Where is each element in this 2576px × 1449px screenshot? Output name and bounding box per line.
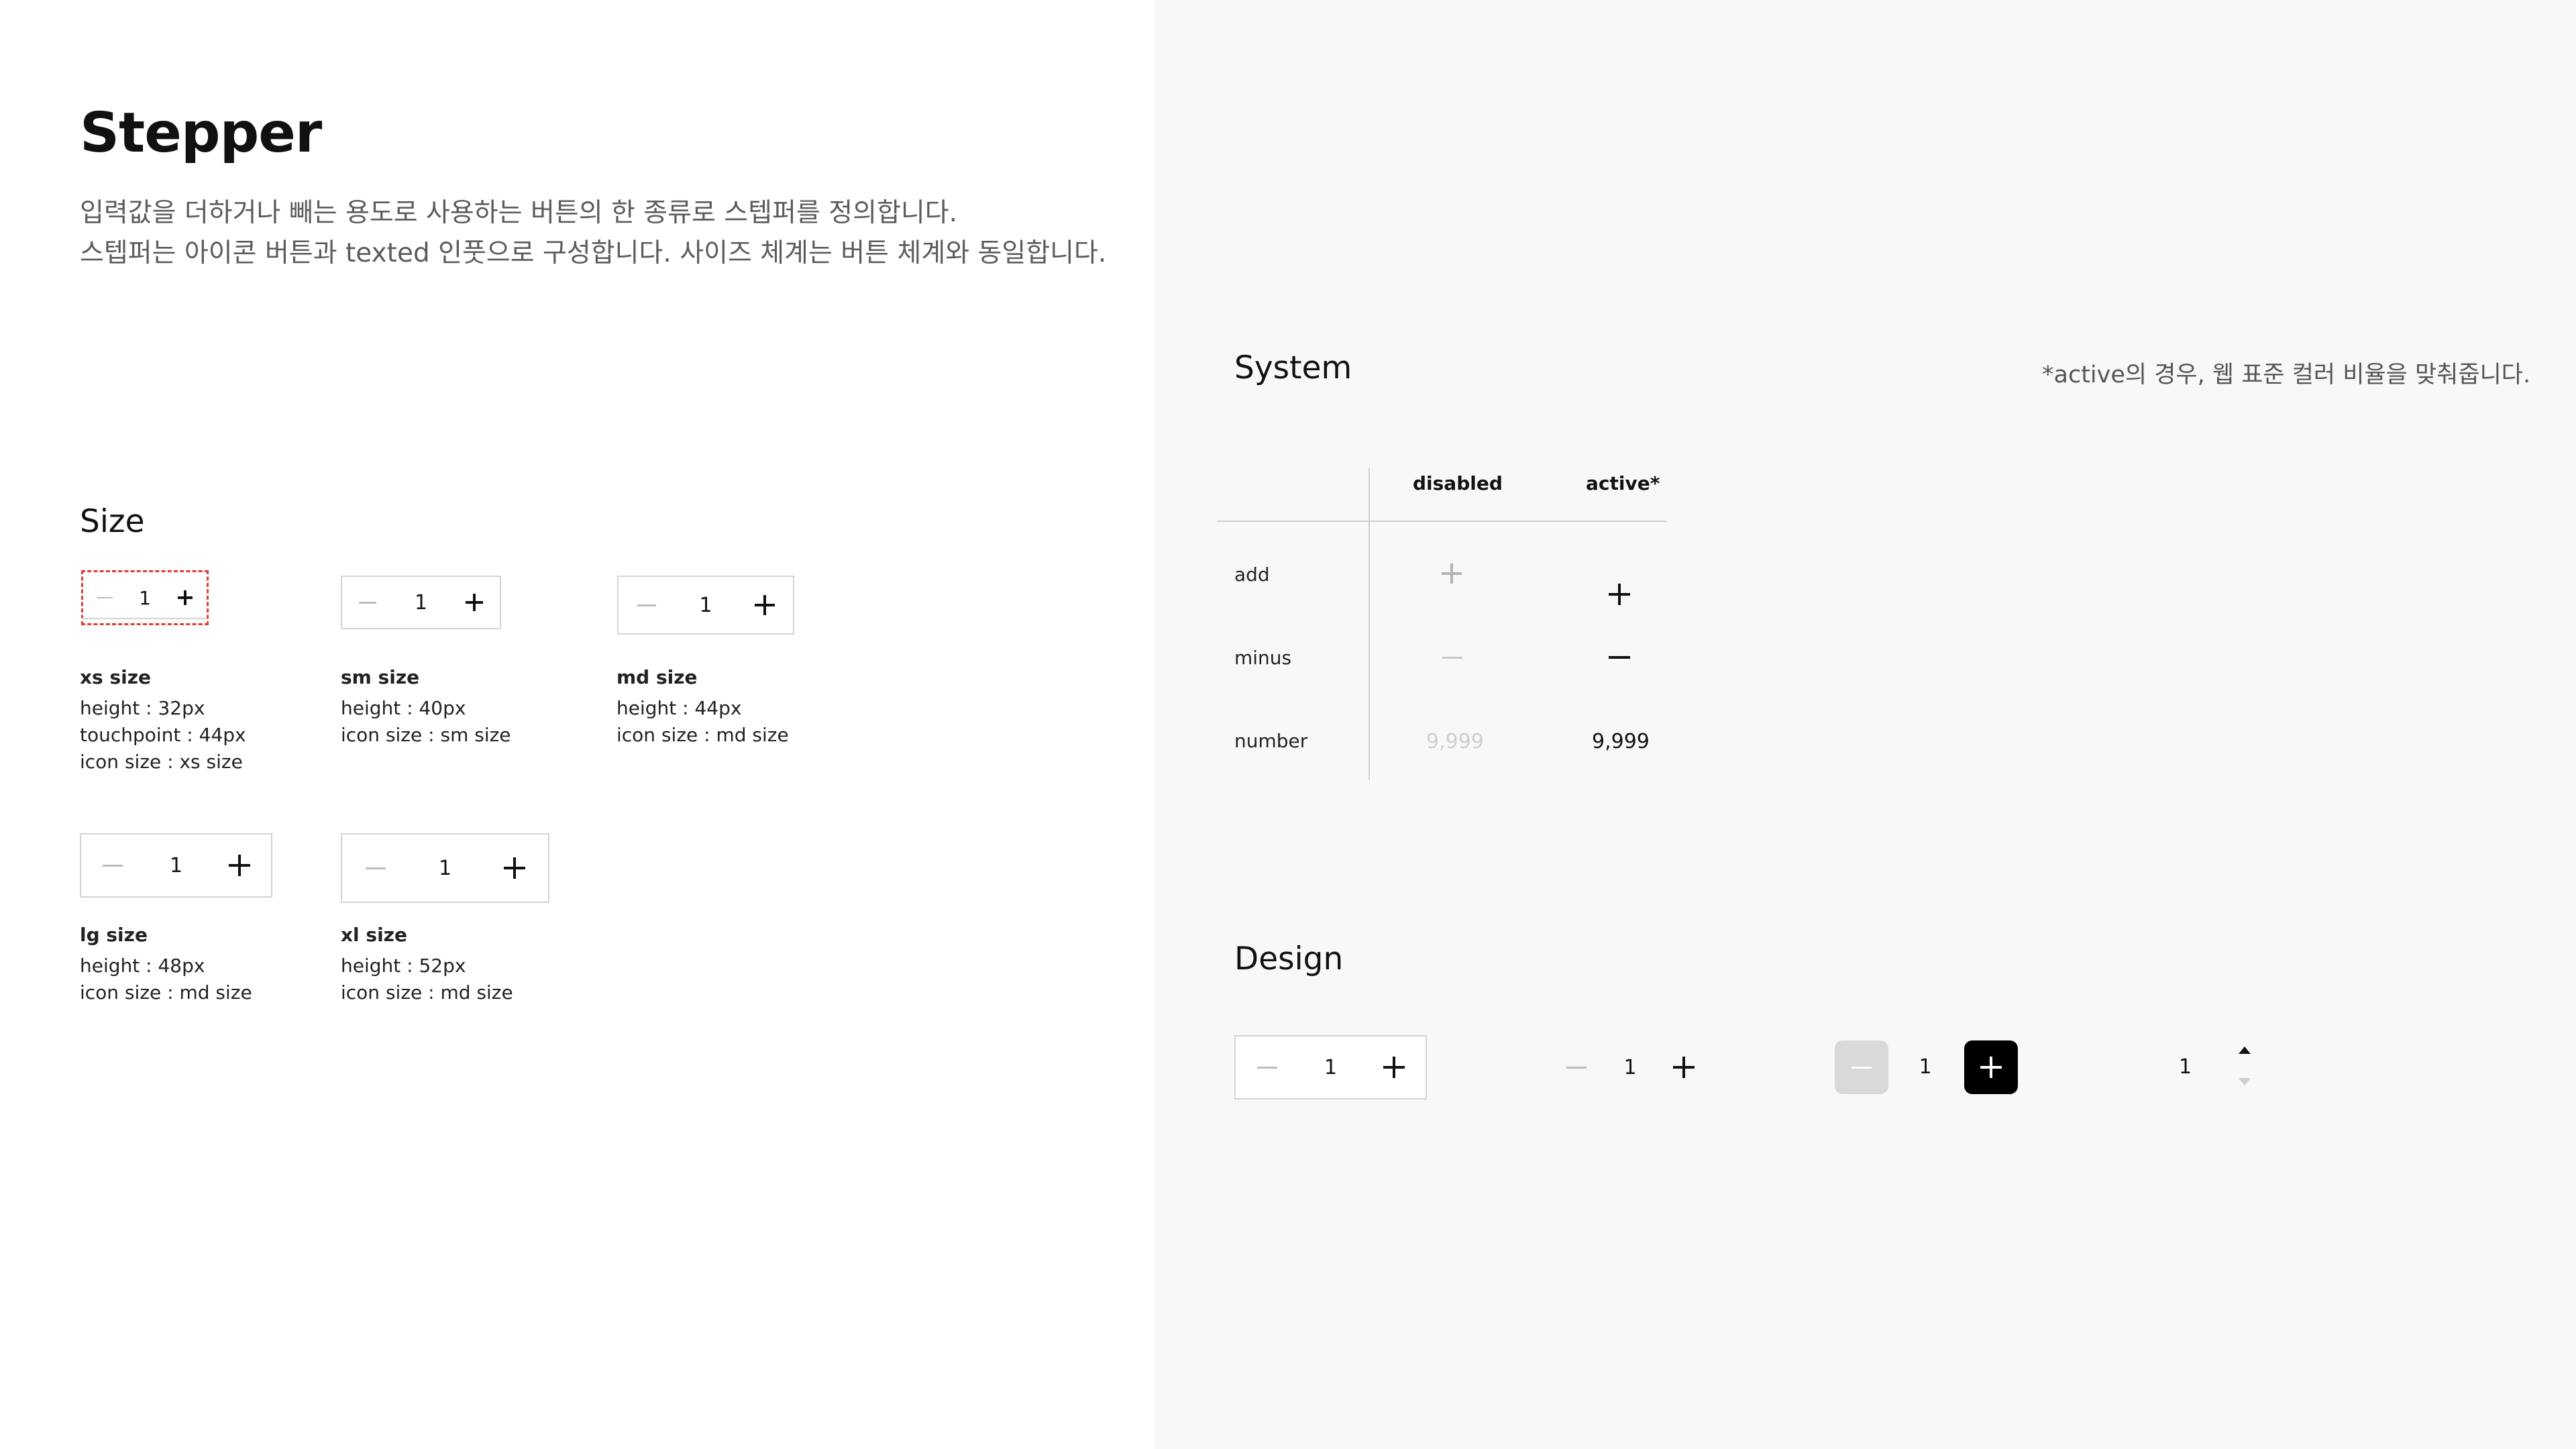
minus-icon (359, 601, 376, 604)
spec-lg: lg size height : 48px icon size : md siz… (80, 922, 252, 1006)
spec-line: touchpoint : 44px (80, 724, 246, 746)
stepper-xl: 1 (341, 833, 549, 903)
plus-button[interactable] (750, 577, 780, 633)
spec-line: height : 52px (341, 955, 466, 977)
plus-icon (1383, 1057, 1405, 1078)
spec-line: height : 48px (80, 955, 205, 977)
spec-xl: xl size height : 52px icon size : md siz… (341, 922, 513, 1006)
minus-icon (1442, 657, 1462, 659)
stepper-md: 1 (617, 576, 794, 635)
row-label-minus: minus (1234, 647, 1292, 669)
minus-button[interactable] (91, 572, 118, 623)
spec-sm: sm size height : 40px icon size : sm siz… (341, 664, 511, 749)
plus-icon (177, 590, 193, 605)
spec-line: icon size : xs size (80, 751, 243, 773)
system-note: *active의 경우, 웹 표준 컬러 비율을 맞춰줍니다. (2042, 362, 2531, 388)
minus-icon (103, 864, 123, 867)
caret-up-icon[interactable] (2239, 1046, 2251, 1054)
stepper-value[interactable]: 1 (1324, 1056, 1337, 1079)
spec-name: lg size (80, 924, 148, 946)
spec-xs: xs size height : 32px touchpoint : 44px … (80, 664, 246, 775)
plus-button[interactable] (223, 835, 256, 896)
plus-icon (755, 595, 775, 615)
plus-icon (229, 855, 250, 876)
minus-button[interactable] (1835, 1040, 1888, 1094)
stepper-value[interactable]: 1 (699, 594, 712, 617)
stepper-value[interactable]: 1 (415, 591, 427, 614)
page-description: 입력값을 더하거나 빼는 용도로 사용하는 버튼의 한 종류로 스텝퍼를 정의합… (80, 193, 1106, 274)
stepper-value[interactable]: 1 (1623, 1056, 1636, 1079)
column-header-disabled: disabled (1413, 472, 1503, 494)
row-label-add: add (1234, 564, 1270, 586)
minus-icon (1257, 1066, 1277, 1069)
plus-icon (466, 594, 483, 611)
plus-icon (1673, 1057, 1695, 1078)
plus-button[interactable] (1377, 1036, 1411, 1098)
table-header-divider (1218, 521, 1666, 522)
spec-md: md size height : 44px icon size : md siz… (616, 664, 789, 749)
number-active: 9,999 (1592, 730, 1650, 753)
column-header-active: active* (1586, 472, 1660, 494)
spec-line: icon size : md size (80, 981, 252, 1004)
stepper-value[interactable]: 1 (2179, 1055, 2192, 1079)
minus-button[interactable] (1250, 1036, 1284, 1098)
page-title: Stepper (80, 101, 322, 165)
minus-icon (1851, 1066, 1872, 1069)
stepper-outlined: 1 (1234, 1035, 1427, 1099)
minus-button[interactable] (632, 577, 661, 633)
plus-button[interactable] (1964, 1040, 2018, 1094)
right-panel (1155, 0, 2576, 1449)
spec-line: height : 44px (616, 697, 742, 719)
stepper-filled: 1 (1835, 1040, 2018, 1094)
stepper-value[interactable]: 1 (170, 854, 182, 877)
stepper-xs: 1 (81, 570, 209, 625)
stepper-xs-underline (81, 618, 206, 619)
plus-button[interactable] (461, 577, 488, 628)
plus-button[interactable] (172, 572, 199, 623)
spec-name: md size (616, 666, 698, 688)
minus-button[interactable] (1556, 1066, 1597, 1069)
minus-icon (1609, 656, 1630, 659)
stepper-value[interactable]: 1 (1915, 1055, 1935, 1079)
description-line: 입력값을 더하거나 빼는 용도로 사용하는 버튼의 한 종류로 스텝퍼를 정의합… (80, 198, 958, 228)
spec-name: xs size (80, 666, 152, 688)
spec-line: icon size : sm size (341, 724, 511, 746)
plus-icon (1442, 564, 1462, 584)
stepper-value[interactable]: 1 (439, 857, 451, 880)
spec-line: height : 32px (80, 697, 205, 719)
minus-icon (366, 867, 386, 869)
spec-name: xl size (341, 924, 407, 946)
stepper-value[interactable]: 1 (139, 587, 151, 609)
stepper-spinner: 1 (2174, 1035, 2254, 1099)
number-disabled: 9,999 (1426, 730, 1484, 753)
minus-button[interactable] (96, 835, 129, 896)
spec-line: icon size : md size (341, 981, 513, 1004)
minus-icon (97, 597, 113, 598)
plus-icon (1980, 1057, 2002, 1078)
plus-button[interactable] (497, 835, 532, 902)
minus-icon (637, 604, 656, 606)
row-label-number: number (1234, 730, 1308, 752)
spec-line: icon size : md size (616, 724, 789, 746)
plus-icon (504, 857, 525, 879)
caret-down-icon[interactable] (2239, 1078, 2251, 1085)
minus-button[interactable] (358, 835, 393, 902)
system-section-title: System (1234, 350, 1352, 386)
plus-icon (1609, 584, 1630, 605)
minus-icon (1566, 1066, 1587, 1069)
minus-button[interactable] (354, 577, 381, 628)
spec-line: height : 40px (341, 697, 466, 719)
stepper-sm: 1 (341, 576, 501, 629)
design-section-title: Design (1234, 941, 1344, 977)
table-vertical-divider (1368, 468, 1370, 780)
description-line: 스텝퍼는 아이콘 버튼과 texted 인풋으로 구성합니다. 사이즈 체계는 … (80, 238, 1107, 268)
plus-button[interactable] (1664, 1057, 1704, 1078)
spec-name: sm size (341, 666, 420, 688)
stepper-plain: 1 (1556, 1035, 1704, 1099)
size-section-title: Size (80, 503, 145, 540)
stepper-lg: 1 (80, 833, 272, 898)
